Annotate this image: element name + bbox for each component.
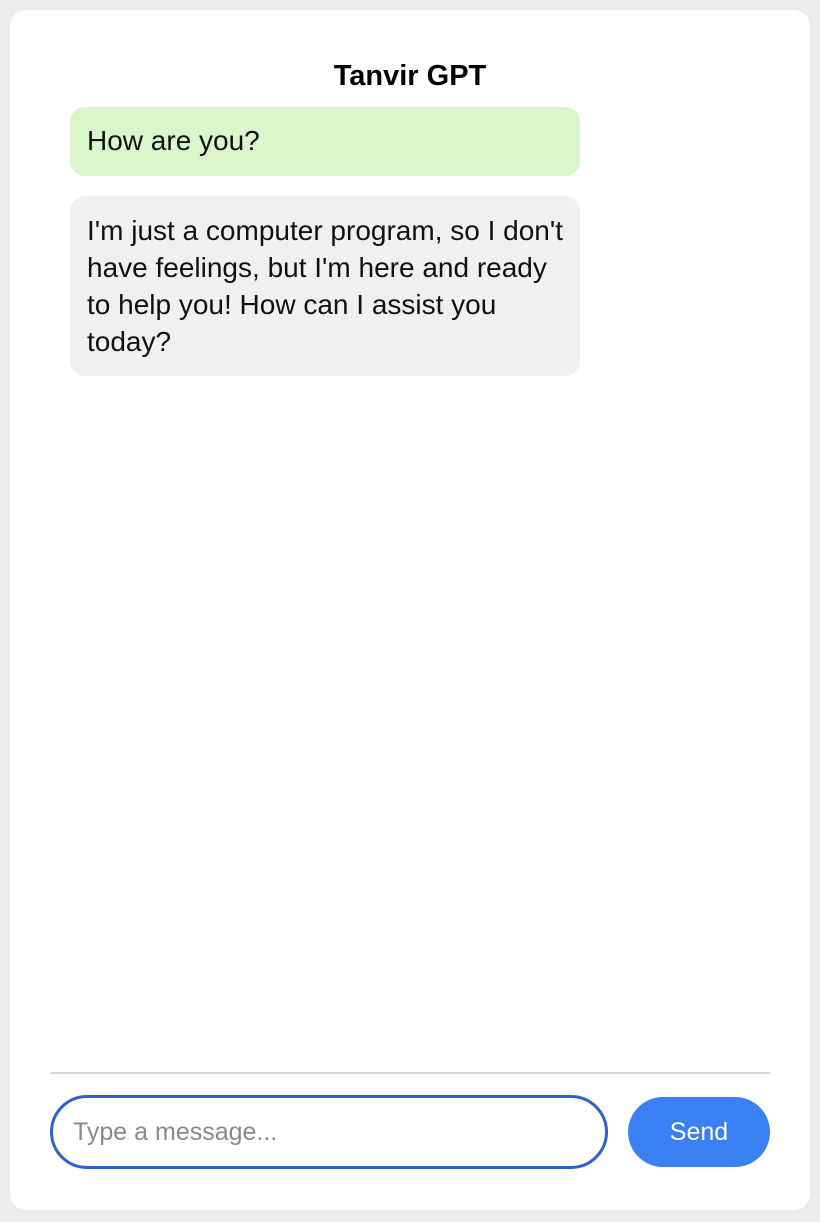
composer-divider xyxy=(50,1072,770,1074)
send-button[interactable]: Send xyxy=(628,1097,770,1167)
user-message-bubble: How are you? xyxy=(70,107,580,176)
message-text: How are you? xyxy=(87,125,260,156)
assistant-message-bubble: I'm just a computer program, so I don't … xyxy=(70,196,580,376)
page-title: Tanvir GPT xyxy=(333,60,487,92)
message-text: I'm just a computer program, so I don't … xyxy=(87,215,563,357)
chat-window: Tanvir GPT How are you? I'm just a compu… xyxy=(10,10,810,1210)
message-list: How are you? I'm just a computer program… xyxy=(70,107,580,396)
message-input[interactable] xyxy=(50,1095,608,1169)
message-composer: Send xyxy=(50,1095,770,1169)
